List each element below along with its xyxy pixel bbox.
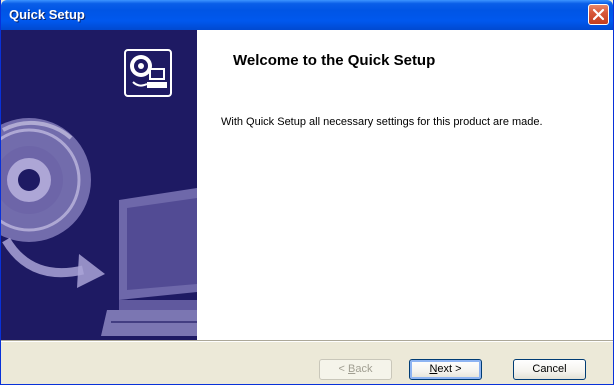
next-button-suffix: > (452, 363, 462, 375)
side-panel (1, 30, 197, 340)
next-button[interactable]: Next > (409, 359, 482, 380)
wizard-content: Welcome to the Quick Setup With Quick Se… (1, 30, 613, 340)
close-button[interactable] (588, 4, 609, 25)
title-bar[interactable]: Quick Setup (1, 0, 613, 30)
close-icon (592, 8, 605, 21)
back-button-prefix: < (338, 363, 348, 375)
next-button-label: ext (437, 363, 453, 375)
side-panel-artwork (1, 49, 197, 336)
disc-graphic (1, 118, 91, 242)
page-description: With Quick Setup all necessary settings … (221, 116, 543, 128)
computer-with-disc-icon (124, 49, 172, 97)
computer-graphic (101, 188, 197, 336)
quick-setup-window: Quick Setup Welcome to the Quick Setup W… (0, 0, 614, 385)
cancel-button[interactable]: Cancel (513, 359, 586, 380)
page-title: Welcome to the Quick Setup (233, 52, 436, 69)
window-title: Quick Setup (9, 7, 85, 22)
back-button[interactable]: < Back (319, 359, 392, 380)
arrow-graphic (2, 237, 105, 288)
wizard-footer: < Back Next > Cancel (1, 342, 613, 384)
back-button-label: ack (355, 363, 373, 375)
